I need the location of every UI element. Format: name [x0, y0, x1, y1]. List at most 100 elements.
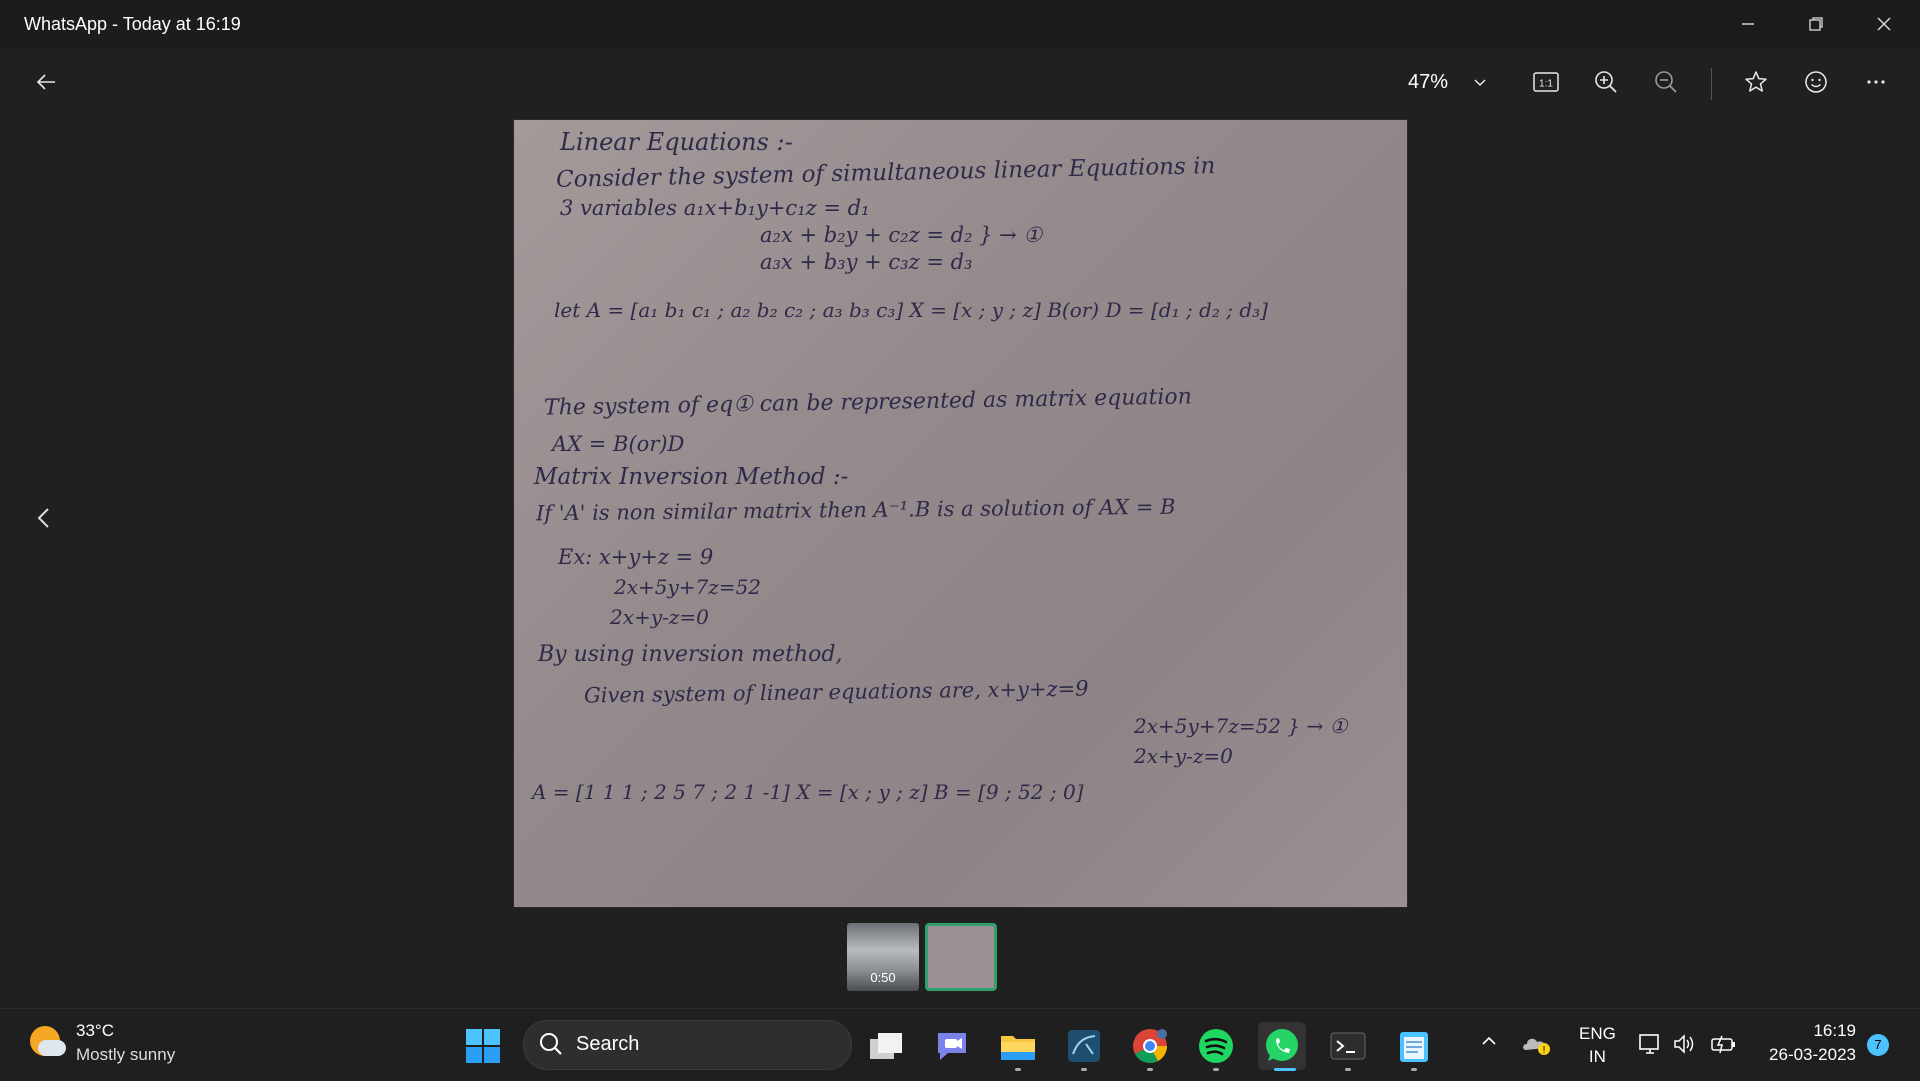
time: 16:19	[1813, 1021, 1856, 1040]
notification-badge[interactable]: 7	[1867, 1034, 1889, 1056]
running-indicator	[1081, 1068, 1087, 1071]
chevron-down-icon	[1474, 79, 1486, 87]
volume-icon	[1674, 1034, 1694, 1054]
teams-chat-button[interactable]	[928, 1022, 976, 1070]
network-button[interactable]	[1638, 1032, 1664, 1061]
active-indicator	[1274, 1068, 1296, 1071]
search-icon	[538, 1031, 564, 1062]
note-line: The system of eq① can be represented as …	[543, 384, 1193, 421]
note-line: Matrix Inversion Method :-	[534, 464, 849, 490]
running-indicator	[1345, 1068, 1351, 1071]
language-code: ENG	[1579, 1024, 1616, 1043]
close-button[interactable]	[1850, 0, 1918, 48]
whatsapp-button[interactable]	[1258, 1022, 1306, 1070]
clock[interactable]: 16:19 26-03-2023	[1760, 1021, 1856, 1065]
note-line: Ex: x+y+z = 9	[558, 545, 714, 569]
battery-charging-icon	[1711, 1035, 1735, 1054]
region-code: IN	[1588, 1047, 1606, 1066]
note-line: Consider the system of simultaneous line…	[555, 153, 1216, 193]
back-button[interactable]	[24, 60, 68, 104]
notepad-icon	[1400, 1032, 1428, 1062]
weather-description[interactable]: Mostly sunny	[76, 1045, 175, 1065]
network-icon	[1639, 1034, 1659, 1054]
video-thumbnail[interactable]: 0:50	[847, 923, 919, 991]
start-button[interactable]	[459, 1022, 507, 1070]
note-line: If 'A' is non similar matrix then A⁻¹.B …	[535, 494, 1176, 526]
whatsapp-icon	[1266, 1029, 1298, 1061]
mysql-workbench-icon	[1068, 1030, 1100, 1062]
chat-icon	[938, 1033, 966, 1060]
note-line: let A = [a₁ b₁ c₁ ; a₂ b₂ c₂ ; a₃ b₃ c₃]…	[554, 298, 1268, 322]
feedback-button[interactable]	[1794, 60, 1838, 104]
zoom-level[interactable]: 47%	[1408, 71, 1448, 94]
note-line: 2x+y-z=0	[610, 605, 709, 629]
note-line: 2x+5y+7z=52	[614, 575, 762, 599]
cloud-icon	[38, 1040, 66, 1056]
note-line: a₃x + b₃y + c₃z = d₃	[760, 250, 973, 274]
note-line: 2x+y-z=0	[1134, 744, 1233, 768]
favorite-button[interactable]	[1734, 60, 1778, 104]
chevron-left-icon	[37, 508, 49, 528]
chrome-icon	[1133, 1029, 1167, 1063]
taskbar-search[interactable]	[523, 1020, 852, 1070]
viewer-toolbar	[0, 48, 1920, 120]
file-explorer-button[interactable]	[994, 1022, 1042, 1070]
running-indicator	[1015, 1068, 1021, 1071]
terminal-icon	[1330, 1032, 1366, 1060]
terminal-button[interactable]	[1324, 1022, 1372, 1070]
spotify-icon	[1199, 1029, 1233, 1063]
note-line: Linear Equations :-	[560, 128, 793, 156]
restore-button[interactable]	[1782, 0, 1850, 48]
zoom-out-icon	[1655, 71, 1677, 93]
previous-image-button[interactable]	[34, 505, 54, 537]
search-label: Search	[576, 1033, 640, 1055]
folder-icon	[1001, 1036, 1035, 1060]
note-line: Given system of linear equations are, x+…	[583, 676, 1089, 708]
back-arrow-icon	[36, 74, 55, 90]
restore-icon	[1809, 17, 1823, 31]
handwritten-notes-photo: Linear Equations :- Consider the system …	[514, 120, 1407, 907]
selected-image-thumbnail[interactable]	[925, 923, 997, 991]
minimize-icon	[1742, 23, 1754, 25]
more-button[interactable]	[1854, 60, 1898, 104]
window-title: WhatsApp - Today at 16:19	[24, 14, 241, 34]
spotify-button[interactable]	[1192, 1022, 1240, 1070]
mysql-workbench-button[interactable]	[1060, 1022, 1108, 1070]
title-bar: WhatsApp - Today at 16:19	[0, 0, 1920, 48]
zoom-dropdown[interactable]	[1458, 60, 1502, 104]
onedrive-button[interactable]: !	[1522, 1032, 1552, 1061]
task-view-icon	[870, 1033, 902, 1059]
running-indicator	[1213, 1068, 1219, 1071]
chrome-button[interactable]	[1126, 1022, 1174, 1070]
weather-temperature[interactable]: 33°C	[76, 1021, 114, 1041]
language-indicator[interactable]: ENG IN	[1579, 1022, 1616, 1068]
battery-button[interactable]	[1710, 1032, 1738, 1061]
zoom-in-icon	[1595, 71, 1617, 93]
note-line: a₂x + b₂y + c₂z = d₂ } → ①	[760, 223, 1043, 247]
note-line: 3 variables a₁x+b₁y+c₁z = d₁	[560, 196, 870, 220]
zoom-out-button[interactable]	[1644, 60, 1688, 104]
volume-button[interactable]	[1672, 1032, 1698, 1061]
emoji-icon	[1805, 71, 1827, 93]
actual-size-button[interactable]: 1:1	[1524, 60, 1568, 104]
running-indicator	[1147, 1068, 1153, 1071]
note-line: 2x+5y+7z=52 } → ①	[1134, 714, 1348, 738]
windows-icon	[466, 1029, 500, 1063]
actual-size-icon: 1:1	[1533, 72, 1559, 92]
date: 26-03-2023	[1769, 1045, 1856, 1064]
video-duration: 0:50	[870, 970, 896, 985]
note-line: AX = B(or)D	[552, 432, 685, 456]
task-view-button[interactable]	[862, 1022, 910, 1070]
star-icon	[1745, 71, 1767, 92]
notepad-button[interactable]	[1390, 1022, 1438, 1070]
toolbar-separator	[1711, 68, 1712, 100]
close-icon	[1877, 17, 1891, 31]
minimize-button[interactable]	[1714, 0, 1782, 48]
running-indicator	[1411, 1068, 1417, 1071]
onedrive-warning-icon: !	[1523, 1038, 1550, 1056]
chevron-up-icon	[1482, 1036, 1496, 1045]
zoom-in-button[interactable]	[1584, 60, 1628, 104]
svg-text:1:1: 1:1	[1539, 79, 1553, 90]
show-hidden-icons-button[interactable]	[1480, 1032, 1498, 1055]
svg-text:!: !	[1543, 1045, 1546, 1056]
